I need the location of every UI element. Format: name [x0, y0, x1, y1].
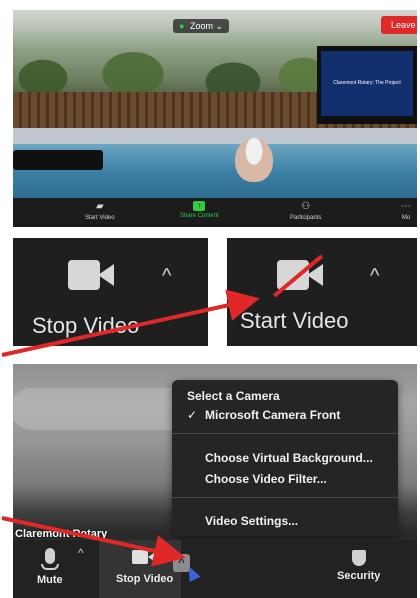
start-video-label[interactable]: Start Video [240, 308, 348, 334]
video-camera-icon [132, 550, 158, 567]
bottom-toolbar: Mute ^ Stop Video ^ Security [13, 540, 417, 598]
pool-edge-image [13, 128, 417, 144]
mute-label: Mute [37, 574, 63, 586]
thumbnail-slide: Claremont Rotary: The Project [321, 51, 413, 116]
menu-divider [172, 433, 398, 434]
participants-icon: ⚇ [301, 201, 311, 212]
stop-video-panel: ^ Stop Video [13, 238, 208, 346]
share-content-button[interactable]: ↑ Share Content [180, 201, 219, 219]
camera-option[interactable]: Microsoft Camera Front [205, 408, 340, 422]
meeting-window: ● Zoom ⌄ Leave Claremont Rotary: The Pro… [13, 10, 417, 227]
stop-video-button[interactable]: Stop Video [116, 550, 173, 585]
security-label: Security [337, 570, 381, 582]
zoom-label: Zoom [189, 21, 213, 31]
microphone-icon [44, 548, 55, 564]
stop-video-label: Stop Video [116, 573, 174, 585]
shield-icon: ● [179, 21, 185, 31]
more-label: Mo [401, 215, 411, 221]
mouse-cursor-icon [183, 564, 201, 582]
more-button[interactable]: ⋯ Mo [401, 201, 411, 221]
audio-options-caret[interactable]: ^ [78, 546, 84, 560]
start-video-panel: ^ Start Video [227, 238, 417, 346]
share-screen-icon: ↑ [193, 201, 206, 211]
zoom-info-pill[interactable]: ● Zoom ⌄ [173, 19, 230, 33]
video-camera-icon[interactable] [68, 260, 114, 290]
bench-image [13, 150, 103, 170]
participant-head-image [235, 138, 273, 182]
menu-header: Select a Camera [187, 389, 280, 403]
meeting-toolbar: ▰ Start Video ↑ Share Content ⚇ Particip… [13, 198, 417, 227]
video-settings-item[interactable]: Video Settings... [205, 514, 298, 528]
start-video-label: Start Video [85, 215, 115, 221]
video-options-caret[interactable]: ^ [162, 266, 171, 286]
menu-divider [172, 497, 398, 498]
participant-name-caption: Claremont Rotary [15, 528, 108, 540]
start-video-button[interactable]: ▰ Start Video [85, 201, 115, 221]
video-options-caret[interactable]: ^ [370, 266, 379, 286]
more-icon: ⋯ [401, 201, 411, 212]
participants-label: Participants [290, 215, 322, 221]
leave-button[interactable]: Leave [381, 16, 417, 34]
self-view-thumbnail[interactable]: Claremont Rotary: The Project [317, 46, 417, 124]
security-shield-icon [351, 550, 366, 566]
participants-button[interactable]: ⚇ Participants [290, 201, 321, 221]
security-button[interactable]: Security [337, 550, 380, 582]
video-filter-item[interactable]: Choose Video Filter... [205, 472, 327, 486]
chevron-down-icon: ⌄ [215, 21, 224, 31]
check-icon: ✓ [187, 408, 198, 422]
camera-menu-screenshot: Select a Camera ✓ Microsoft Camera Front… [13, 364, 417, 598]
stop-video-label[interactable]: Stop Video [32, 313, 139, 339]
share-content-label: Share Content [180, 213, 219, 219]
select-camera-menu: Select a Camera ✓ Microsoft Camera Front… [172, 380, 398, 536]
video-off-icon: ▰ [95, 201, 104, 212]
virtual-background-item[interactable]: Choose Virtual Background... [205, 451, 373, 465]
mute-button[interactable]: Mute [37, 548, 63, 586]
